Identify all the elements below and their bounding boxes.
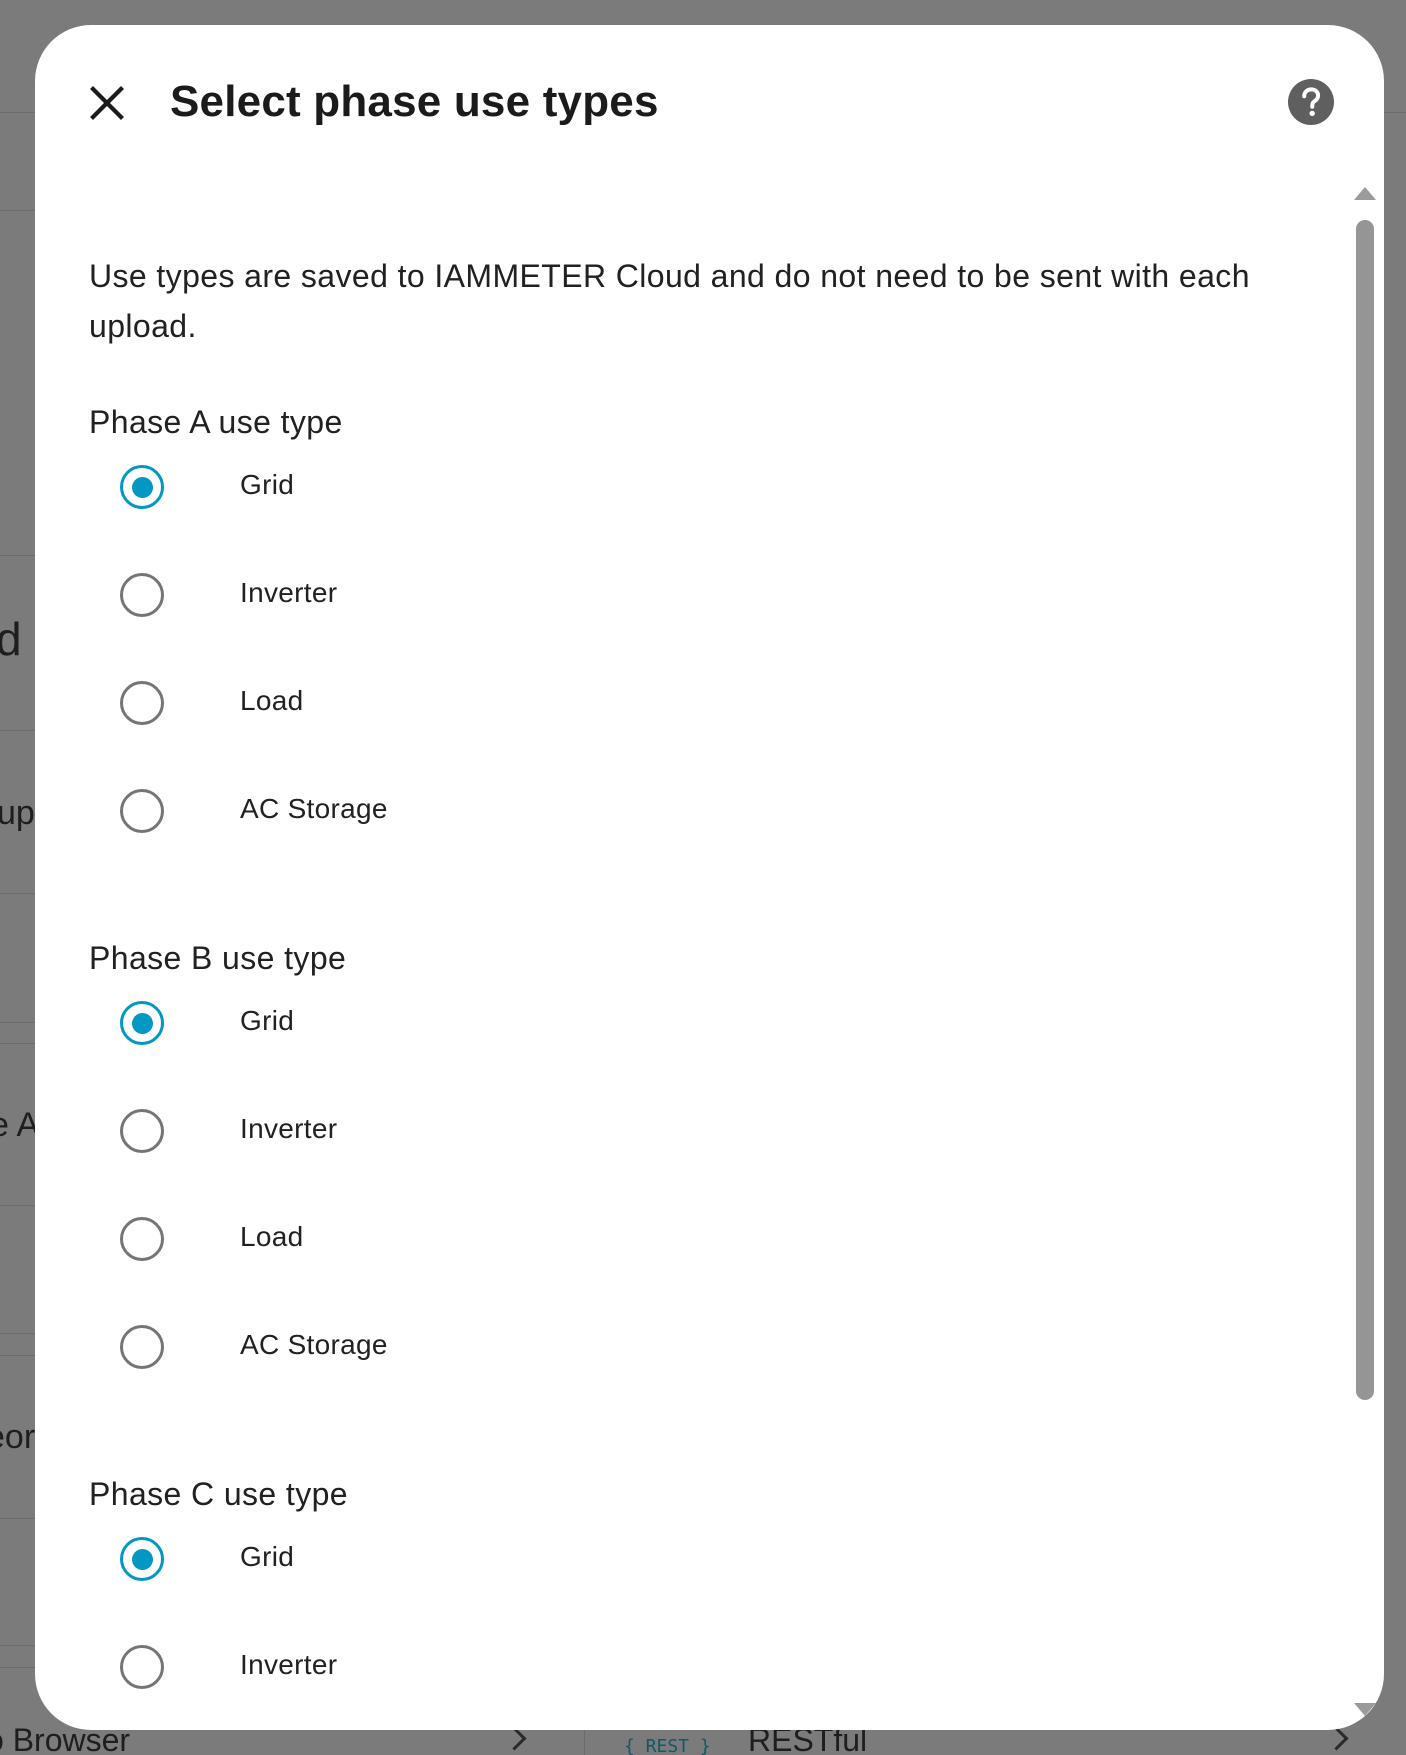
background-text-fragment: e A: [0, 1106, 40, 1144]
phase-b-option-ac-storage[interactable]: AC Storage: [89, 1315, 1189, 1423]
dialog-description: Use types are saved to IAMMETER Cloud an…: [89, 258, 1250, 344]
background-divider: [0, 893, 36, 894]
background-divider: [0, 1333, 36, 1334]
background-divider: [0, 1355, 36, 1356]
background-divider: [0, 1667, 36, 1668]
phase-b-option-inverter[interactable]: Inverter: [89, 1099, 1189, 1207]
background-text-fragment: d: [0, 613, 22, 665]
radio-unchecked-icon[interactable]: [120, 1217, 164, 1261]
radio-unchecked-icon[interactable]: [120, 1109, 164, 1153]
background-text-fragment: eor: [0, 1418, 36, 1456]
phase-a-option-load[interactable]: Load: [89, 671, 1189, 779]
background-divider: [0, 1645, 36, 1646]
phase-a-option-inverter[interactable]: Inverter: [89, 563, 1189, 671]
radio-checked-icon[interactable]: [120, 1001, 164, 1045]
close-button[interactable]: [79, 75, 135, 131]
phase-a-label: Phase A use type: [89, 404, 343, 440]
phase-c-group: Phase C use type Grid Inverter: [89, 1469, 1189, 1730]
option-label: Inverter: [240, 577, 338, 608]
phase-a-group: Phase A use type Grid Inverter Load AC S…: [89, 397, 1189, 887]
radio-unchecked-icon[interactable]: [120, 1645, 164, 1689]
background-divider: [0, 1518, 36, 1519]
scrollbar-thumb[interactable]: [1356, 220, 1374, 1400]
scroll-down-arrow-icon[interactable]: [1354, 1703, 1376, 1716]
dialog-title: Select phase use types: [170, 77, 659, 126]
option-label: AC Storage: [240, 1329, 388, 1360]
help-icon: [1288, 79, 1334, 125]
option-label: Load: [240, 1221, 304, 1252]
phase-b-label: Phase B use type: [89, 940, 347, 976]
option-label: Grid: [240, 1005, 295, 1036]
phase-a-option-ac-storage[interactable]: AC Storage: [89, 779, 1189, 887]
option-label: Grid: [240, 469, 295, 500]
scroll-up-arrow-icon[interactable]: [1354, 187, 1376, 200]
background-text-fragment: kup: [0, 794, 35, 832]
option-label: Grid: [240, 1541, 295, 1572]
dialog-content: Use types are saved to IAMMETER Cloud an…: [35, 175, 1355, 1730]
phase-b-radio-group: Grid Inverter Load AC Storage: [89, 991, 1189, 1423]
background-divider: [0, 1043, 36, 1044]
option-label: Load: [240, 685, 304, 716]
close-icon: [90, 86, 124, 120]
radio-checked-icon[interactable]: [120, 1537, 164, 1581]
radio-unchecked-icon[interactable]: [120, 1325, 164, 1369]
phase-c-label: Phase C use type: [89, 1476, 348, 1512]
background-divider: [0, 1205, 36, 1206]
option-label: AC Storage: [240, 793, 388, 824]
phase-c-option-grid[interactable]: Grid: [89, 1527, 1189, 1635]
phase-b-option-load[interactable]: Load: [89, 1207, 1189, 1315]
help-button[interactable]: [1287, 78, 1335, 126]
dialog-header: Select phase use types: [35, 25, 1384, 175]
background-divider: [0, 555, 36, 556]
phase-a-radio-group: Grid Inverter Load AC Storage: [89, 455, 1189, 887]
phase-b-option-grid[interactable]: Grid: [89, 991, 1189, 1099]
radio-unchecked-icon[interactable]: [120, 789, 164, 833]
background-divider: [0, 730, 36, 731]
background-divider: [0, 1022, 36, 1023]
phase-c-radio-group: Grid Inverter: [89, 1527, 1189, 1730]
radio-checked-icon[interactable]: [120, 465, 164, 509]
phase-a-option-grid[interactable]: Grid: [89, 455, 1189, 563]
phase-b-group: Phase B use type Grid Inverter Load AC S…: [89, 933, 1189, 1423]
radio-unchecked-icon[interactable]: [120, 573, 164, 617]
option-label: Inverter: [240, 1649, 338, 1680]
phase-c-option-inverter[interactable]: Inverter: [89, 1635, 1189, 1730]
radio-unchecked-icon[interactable]: [120, 681, 164, 725]
phase-use-types-dialog: Select phase use types Use types are sav…: [35, 25, 1384, 1730]
rest-tag-icon: { REST }: [624, 1736, 711, 1755]
background-divider: [0, 210, 36, 211]
option-label: Inverter: [240, 1113, 338, 1144]
